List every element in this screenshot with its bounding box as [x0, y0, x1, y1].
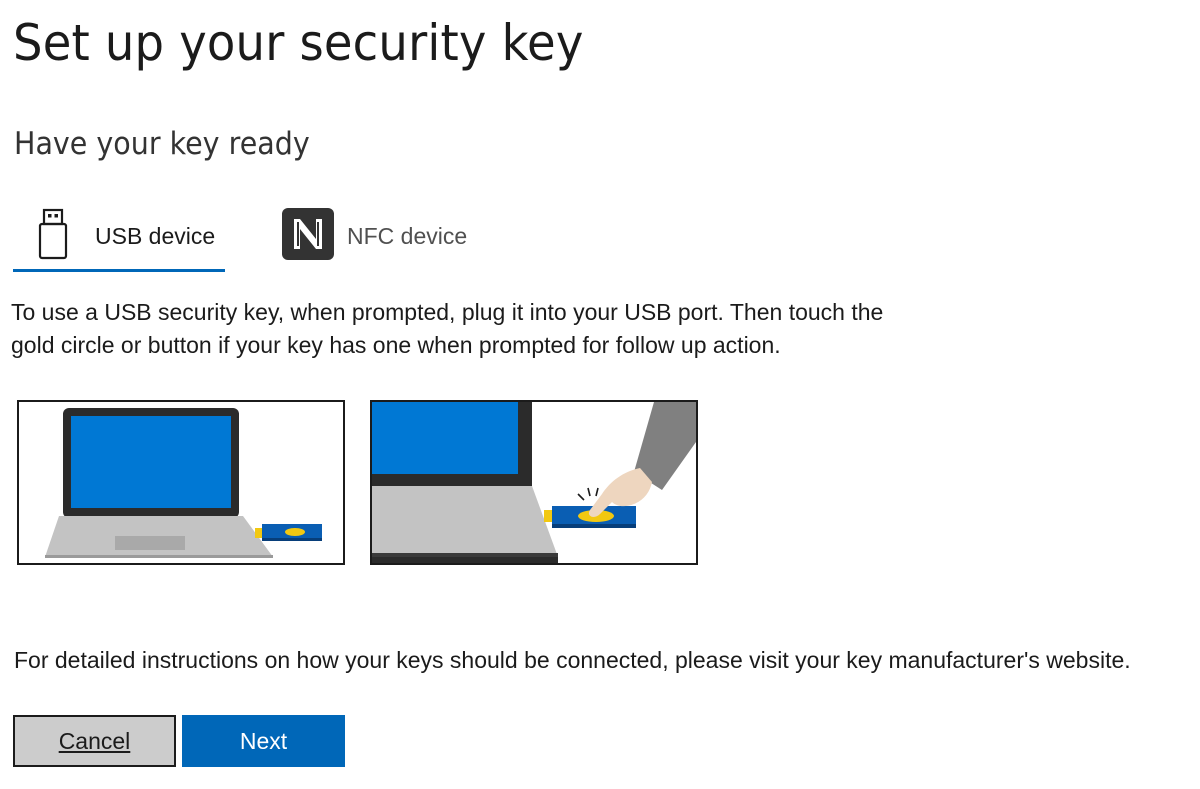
page-title: Set up your security key — [13, 14, 584, 72]
next-button[interactable]: Next — [182, 715, 345, 767]
device-tabs: USB device NFC device — [13, 198, 493, 276]
tab-nfc-device[interactable]: NFC device — [281, 198, 491, 274]
tab-usb-label: USB device — [95, 222, 216, 249]
tab-nfc-label: NFC device — [347, 222, 468, 249]
finger-touching-key-illustration — [370, 400, 698, 565]
nfc-icon — [281, 207, 335, 266]
instructions-text: To use a USB security key, when prompted… — [11, 299, 884, 358]
page-subtitle: Have your key ready — [14, 126, 310, 162]
tab-usb-device[interactable]: USB device — [13, 198, 225, 274]
manufacturer-help-text: For detailed instructions on how your ke… — [14, 647, 1131, 673]
selected-tab-indicator — [13, 269, 225, 272]
cancel-button[interactable]: Cancel — [13, 715, 176, 767]
usb-drive-icon — [37, 208, 69, 265]
laptop-with-usb-key-illustration — [17, 400, 345, 565]
